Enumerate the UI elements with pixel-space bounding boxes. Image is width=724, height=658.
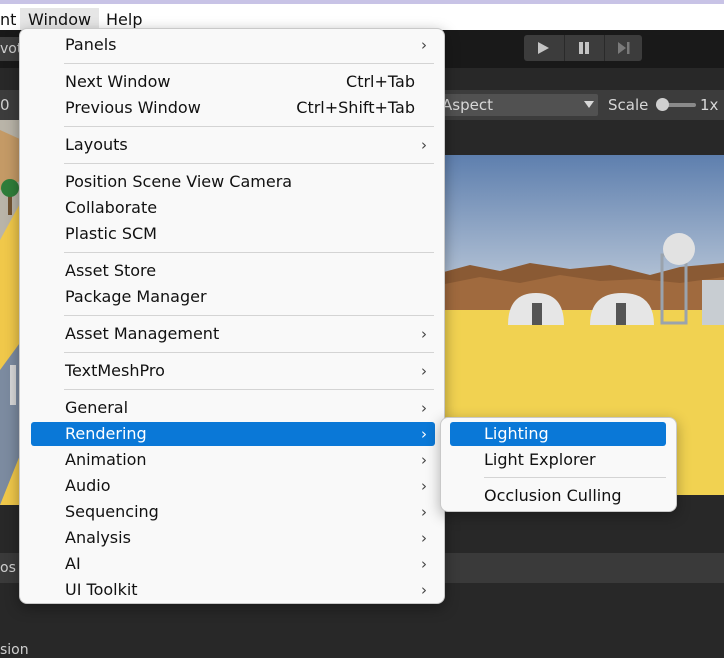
menu-item-position-scene-view-camera[interactable]: Position Scene View Camera: [31, 170, 435, 194]
menu-item-label: AI: [65, 554, 81, 573]
menu-item-label: Asset Management: [65, 324, 220, 343]
menu-item-rendering[interactable]: Rendering ›: [31, 422, 435, 446]
chevron-right-icon: ›: [421, 399, 427, 417]
menu-item-label: Previous Window: [65, 98, 201, 117]
chevron-right-icon: ›: [421, 555, 427, 573]
window-menu: Panels › Next Window Ctrl+Tab Previous Win…: [19, 28, 445, 604]
menu-item-plastic-scm[interactable]: Plastic SCM: [31, 222, 435, 246]
bottom-tab-label[interactable]: os: [0, 560, 16, 576]
chevron-down-icon: [584, 101, 594, 108]
menu-divider: [64, 352, 434, 353]
menu-item-previous-window[interactable]: Previous Window Ctrl+Shift+Tab: [31, 96, 435, 120]
menu-item-animation[interactable]: Animation ›: [31, 448, 435, 472]
chevron-right-icon: ›: [421, 581, 427, 599]
menu-divider: [484, 477, 666, 478]
scale-label: Scale: [608, 96, 649, 114]
submenu-item-occlusion-culling[interactable]: Occlusion Culling: [450, 484, 666, 508]
chevron-right-icon: ›: [421, 362, 427, 380]
menu-item-label: Rendering: [65, 424, 147, 443]
menu-divider: [64, 315, 434, 316]
submenu-item-label: Lighting: [484, 424, 549, 443]
menu-item-label: UI Toolkit: [65, 580, 138, 599]
menu-item-next-window[interactable]: Next Window Ctrl+Tab: [31, 70, 435, 94]
menu-divider: [64, 126, 434, 127]
submenu-item-lighting[interactable]: Lighting: [450, 422, 666, 446]
pause-button[interactable]: [564, 35, 603, 61]
menu-divider: [64, 389, 434, 390]
menu-item-label: Plastic SCM: [65, 224, 157, 243]
menu-item-label: Collaborate: [65, 198, 158, 217]
menu-item-textmeshpro[interactable]: TextMeshPro ›: [31, 359, 435, 383]
menu-item-general[interactable]: General ›: [31, 396, 435, 420]
chevron-right-icon: ›: [421, 36, 427, 54]
menu-divider: [64, 163, 434, 164]
menu-item-shortcut: Ctrl+Shift+Tab: [296, 98, 415, 117]
submenu-item-light-explorer[interactable]: Light Explorer: [450, 448, 666, 472]
rendering-submenu: Lighting Light Explorer Occlusion Cullin…: [440, 417, 677, 512]
chevron-right-icon: ›: [421, 325, 427, 343]
chevron-right-icon: ›: [421, 529, 427, 547]
menu-item-label: Animation: [65, 450, 147, 469]
menu-item-label: TextMeshPro: [65, 361, 165, 380]
chevron-right-icon: ›: [421, 477, 427, 495]
menu-item-ui-toolkit[interactable]: UI Toolkit ›: [31, 578, 435, 602]
menu-item-label: Next Window: [65, 72, 171, 91]
menu-item-label: General: [65, 398, 129, 417]
play-button[interactable]: [524, 35, 562, 61]
menu-item-asset-management[interactable]: Asset Management ›: [31, 322, 435, 346]
submenu-item-label: Light Explorer: [484, 450, 596, 469]
submenu-item-label: Occlusion Culling: [484, 486, 622, 505]
aspect-label: Aspect: [442, 96, 493, 114]
play-icon: [538, 42, 549, 54]
step-button[interactable]: [604, 35, 643, 61]
menu-edit-partial[interactable]: nt: [0, 8, 16, 32]
play-controls: [524, 35, 642, 61]
scale-slider-handle[interactable]: [656, 98, 669, 111]
chevron-right-icon: ›: [421, 425, 427, 443]
menu-divider: [64, 63, 434, 64]
menu-item-label: Position Scene View Camera: [65, 172, 293, 191]
menu-item-ai[interactable]: AI ›: [31, 552, 435, 576]
menu-divider: [64, 252, 434, 253]
menu-item-label: Asset Store: [65, 261, 157, 280]
scale-value: 1x: [700, 96, 719, 114]
menu-item-audio[interactable]: Audio ›: [31, 474, 435, 498]
pause-icon: [579, 42, 589, 54]
menu-item-asset-store[interactable]: Asset Store: [31, 259, 435, 283]
menu-item-panels[interactable]: Panels ›: [31, 33, 435, 57]
menu-bar: nt Window Help: [0, 0, 724, 32]
menu-item-package-manager[interactable]: Package Manager: [31, 285, 435, 309]
menu-item-label: Audio: [65, 476, 111, 495]
chevron-right-icon: ›: [421, 503, 427, 521]
menu-item-label: Analysis: [65, 528, 131, 547]
menu-item-label: Panels: [65, 35, 117, 54]
menu-item-shortcut: Ctrl+Tab: [346, 72, 415, 91]
menu-item-analysis[interactable]: Analysis ›: [31, 526, 435, 550]
step-icon: [618, 42, 630, 54]
menu-item-label: Layouts: [65, 135, 128, 154]
menu-item-label: Sequencing: [65, 502, 159, 521]
menu-item-sequencing[interactable]: Sequencing ›: [31, 500, 435, 524]
chevron-right-icon: ›: [421, 451, 427, 469]
left-tab-label: 0: [0, 96, 10, 114]
aspect-dropdown[interactable]: Aspect: [436, 94, 598, 116]
menu-item-layouts[interactable]: Layouts ›: [31, 133, 435, 157]
menu-item-collaborate[interactable]: Collaborate: [31, 196, 435, 220]
menu-item-label: Package Manager: [65, 287, 207, 306]
chevron-right-icon: ›: [421, 136, 427, 154]
